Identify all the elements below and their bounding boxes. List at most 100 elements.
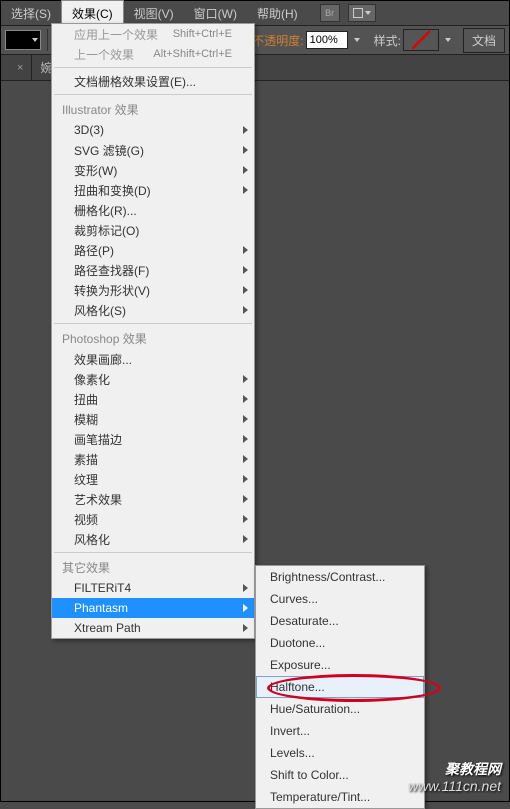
menu-xtream-path[interactable]: Xtream Path	[52, 618, 254, 638]
menu-window[interactable]: 窗口(W)	[184, 1, 247, 26]
menu-item-label: 模糊	[74, 411, 98, 428]
menu-item-label: Exposure...	[270, 658, 331, 672]
submenu-curves[interactable]: Curves...	[256, 588, 424, 610]
menu-filterit4[interactable]: FILTERiT4	[52, 578, 254, 598]
menu-item-label: 视频	[74, 511, 98, 528]
menu-separator	[54, 552, 252, 553]
submenu-invert[interactable]: Invert...	[256, 720, 424, 742]
submenu-hue-saturation[interactable]: Hue/Saturation...	[256, 698, 424, 720]
menu-item-label: 像素化	[74, 371, 110, 388]
opacity-dropdown-icon[interactable]	[354, 38, 360, 42]
menu-warp[interactable]: 变形(W)	[52, 160, 254, 180]
menu-item-label: 转换为形状(V)	[74, 282, 150, 299]
menu-separator	[54, 94, 252, 95]
menu-view[interactable]: 视图(V)	[124, 1, 184, 26]
file-tab-1[interactable]: ×	[1, 55, 32, 80]
menu-doc-raster-settings[interactable]: 文档栅格效果设置(E)...	[52, 71, 254, 91]
style-swatch[interactable]	[403, 29, 439, 51]
menu-item-label: 变形(W)	[74, 162, 117, 179]
menu-item-label: 效果画廊...	[74, 351, 132, 368]
menu-item-label: 文档栅格效果设置(E)...	[74, 73, 196, 90]
menu-item-label: 栅格化(R)...	[74, 202, 137, 219]
menu-item-label: Curves...	[270, 592, 318, 606]
menu-shortcut: Shift+Ctrl+E	[163, 28, 232, 40]
menu-distort[interactable]: 扭曲	[52, 389, 254, 409]
menu-item-label: Xtream Path	[74, 621, 141, 635]
menu-item-label: Levels...	[270, 746, 315, 760]
menu-item-label: 风格化(S)	[74, 302, 126, 319]
menu-header-illustrator: Illustrator 效果	[52, 98, 254, 120]
submenu-temperature-tint[interactable]: Temperature/Tint...	[256, 786, 424, 808]
bridge-icon[interactable]: Br	[320, 4, 340, 22]
menu-apply-last-effect: 应用上一个效果 Shift+Ctrl+E	[52, 24, 254, 44]
separator	[47, 29, 48, 51]
menu-item-label: 3D(3)	[74, 123, 104, 137]
menu-item-label: Hue/Saturation...	[270, 702, 360, 716]
opacity-input[interactable]	[306, 31, 348, 49]
effect-menu: 应用上一个效果 Shift+Ctrl+E 上一个效果 Alt+Shift+Ctr…	[51, 23, 255, 639]
menu-item-label: Duotone...	[270, 636, 325, 650]
menu-texture[interactable]: 纹理	[52, 469, 254, 489]
document-setup-button[interactable]: 文档	[463, 28, 505, 53]
menu-svg-filters[interactable]: SVG 滤镜(G)	[52, 140, 254, 160]
menu-item-label: Phantasm	[74, 601, 128, 615]
menu-item-label: Shift to Color...	[270, 768, 349, 782]
phantasm-submenu: Brightness/Contrast... Curves... Desatur…	[255, 565, 425, 809]
menu-separator	[54, 67, 252, 68]
arrange-icon[interactable]	[348, 4, 376, 22]
menu-3d[interactable]: 3D(3)	[52, 120, 254, 140]
menu-effect-gallery[interactable]: 效果画廊...	[52, 349, 254, 369]
menu-help[interactable]: 帮助(H)	[247, 1, 308, 26]
submenu-desaturate[interactable]: Desaturate...	[256, 610, 424, 632]
menu-item-label: Invert...	[270, 724, 310, 738]
menu-stylize-ps[interactable]: 风格化	[52, 529, 254, 549]
menu-item-label: 裁剪标记(O)	[74, 222, 139, 239]
menu-item-label: Brightness/Contrast...	[270, 570, 385, 584]
submenu-exposure[interactable]: Exposure...	[256, 654, 424, 676]
menu-item-label: Desaturate...	[270, 614, 339, 628]
menu-item-label: 路径查找器(F)	[74, 262, 149, 279]
submenu-levels[interactable]: Levels...	[256, 742, 424, 764]
menu-item-label: 扭曲	[74, 391, 98, 408]
menu-shortcut: Alt+Shift+Ctrl+E	[143, 48, 232, 60]
submenu-duotone[interactable]: Duotone...	[256, 632, 424, 654]
menu-stylize-ai[interactable]: 风格化(S)	[52, 300, 254, 320]
menu-item-label: 上一个效果	[74, 46, 134, 63]
menu-pathfinder[interactable]: 路径查找器(F)	[52, 260, 254, 280]
menu-item-label: 应用上一个效果	[74, 26, 158, 43]
submenu-shift-to-color[interactable]: Shift to Color...	[256, 764, 424, 786]
menu-brush-strokes[interactable]: 画笔描边	[52, 429, 254, 449]
style-label: 样式:	[374, 32, 401, 49]
menu-item-label: FILTERiT4	[74, 581, 131, 595]
menu-header-other: 其它效果	[52, 556, 254, 578]
opacity-label: 不透明度:	[252, 32, 303, 49]
menu-item-label: 纹理	[74, 471, 98, 488]
menu-last-effect: 上一个效果 Alt+Shift+Ctrl+E	[52, 44, 254, 64]
menu-video[interactable]: 视频	[52, 509, 254, 529]
menu-crop-marks[interactable]: 裁剪标记(O)	[52, 220, 254, 240]
menu-item-label: 艺术效果	[74, 491, 122, 508]
menu-item-label: SVG 滤镜(G)	[74, 142, 144, 159]
menu-item-label: 路径(P)	[74, 242, 114, 259]
menu-convert-to-shape[interactable]: 转换为形状(V)	[52, 280, 254, 300]
menu-separator	[54, 323, 252, 324]
menu-sketch[interactable]: 素描	[52, 449, 254, 469]
submenu-halftone[interactable]: Halftone...	[256, 676, 424, 698]
menu-header-photoshop: Photoshop 效果	[52, 327, 254, 349]
style-dropdown-icon[interactable]	[445, 38, 451, 42]
menu-blur[interactable]: 模糊	[52, 409, 254, 429]
menu-phantasm[interactable]: Phantasm	[52, 598, 254, 618]
menu-item-label: 扭曲和变换(D)	[74, 182, 151, 199]
menu-path[interactable]: 路径(P)	[52, 240, 254, 260]
menu-artistic[interactable]: 艺术效果	[52, 489, 254, 509]
close-icon[interactable]: ×	[17, 62, 23, 74]
menu-item-label: 画笔描边	[74, 431, 122, 448]
submenu-brightness-contrast[interactable]: Brightness/Contrast...	[256, 566, 424, 588]
menu-pixelate[interactable]: 像素化	[52, 369, 254, 389]
menu-distort-transform[interactable]: 扭曲和变换(D)	[52, 180, 254, 200]
menu-rasterize[interactable]: 栅格化(R)...	[52, 200, 254, 220]
fill-swatch[interactable]	[5, 30, 41, 50]
menu-select[interactable]: 选择(S)	[1, 1, 61, 26]
menubar: 选择(S) 效果(C) 视图(V) 窗口(W) 帮助(H) Br	[1, 1, 509, 25]
menu-item-label: Halftone...	[270, 680, 325, 694]
